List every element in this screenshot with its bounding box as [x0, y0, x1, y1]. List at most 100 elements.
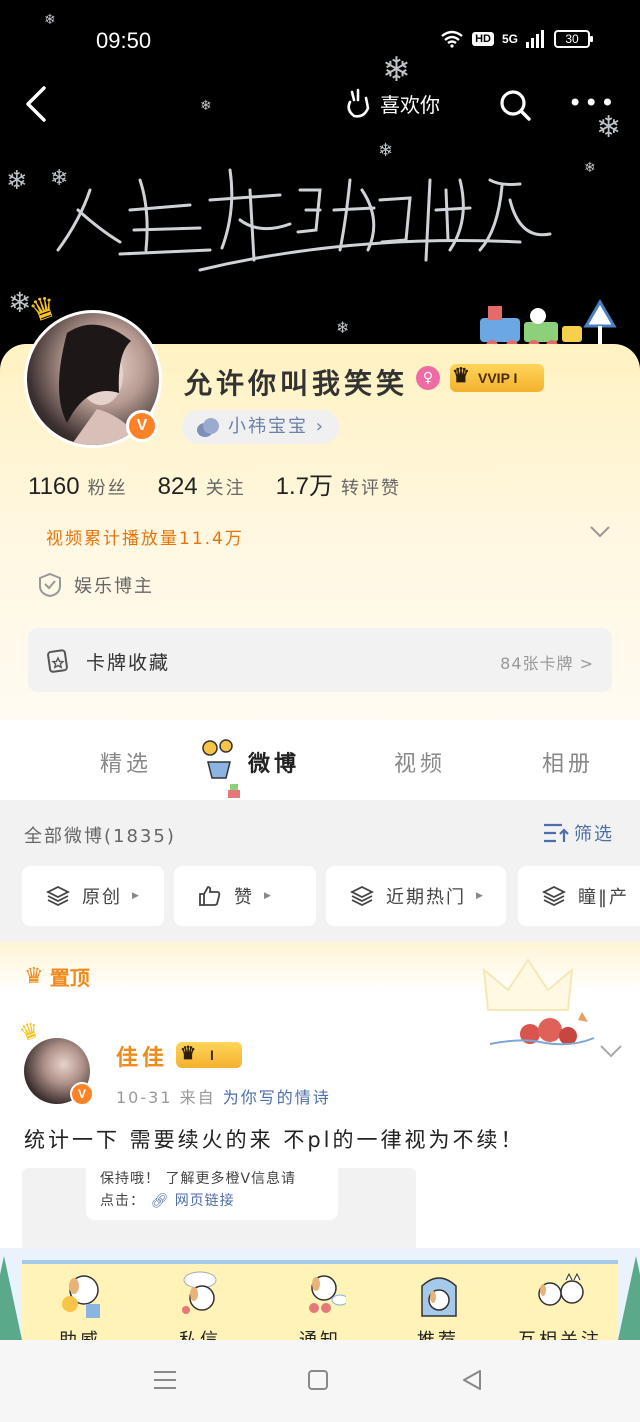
chip-more[interactable]: 瞳‖产 [518, 866, 640, 926]
filter-button[interactable]: 筛选 [542, 820, 614, 846]
crown-icon: ♛ [180, 1043, 197, 1063]
crown-icon: ♛ [24, 964, 44, 989]
puppy-cheer-icon [62, 1275, 100, 1318]
post-meta: 10-31 来自 为你写的情诗 [116, 1084, 331, 1108]
chip-label: 瞳‖产 [578, 887, 629, 908]
top-nav: 喜欢你 ••• [0, 84, 640, 128]
web-link[interactable]: 网页链接 [175, 1193, 235, 1209]
embed-text-box: 保持哦！ 了解更多橙V信息请 点击： 🔗︎ 网页链接 [86, 1168, 338, 1220]
tab-album[interactable]: 相册 [542, 746, 594, 778]
verified-v-badge: V [70, 1082, 94, 1106]
like-button[interactable]: 喜欢你 [344, 88, 440, 118]
reposts-likes-count[interactable]: 1.7万 [276, 466, 333, 501]
like-label: 喜欢你 [380, 92, 440, 117]
wifi-icon [441, 30, 463, 48]
puppy-message-icon [182, 1271, 217, 1314]
filter-label: 筛选 [574, 824, 614, 845]
bottom-tab-strip: 助威 私信 通知 [22, 1260, 618, 1351]
two-puppies-icon [538, 1272, 584, 1306]
role-label: 娱乐博主 [74, 576, 154, 597]
chip-label: 近期热门 [386, 887, 466, 908]
embed-line-2-prefix: 点击： [100, 1193, 145, 1209]
pinned-post[interactable]: ♛ 置顶 ♛ V 佳佳 ♛ I 10-31 来自 为你写的情诗 统计一下 需要续… [0, 942, 640, 1252]
vvip-label: VVIP I [478, 370, 518, 386]
tab-weibo[interactable]: 微博 [248, 746, 300, 778]
vvip-badge[interactable]: ♛ VVIP I [450, 364, 544, 392]
cloud-icon [197, 418, 219, 437]
chip-label: 原创 [82, 887, 122, 908]
tree-decoration-icon [0, 1256, 22, 1340]
chip-liked[interactable]: 赞 ▶ [174, 866, 316, 926]
home-icon[interactable] [308, 1370, 328, 1390]
post-vip-badge[interactable]: ♛ I [176, 1042, 242, 1068]
status-bar: 09:50 HD 5G 30 [0, 28, 640, 56]
verified-v-badge: V [126, 410, 158, 442]
system-navigation-bar [0, 1340, 640, 1422]
feed-filter-area: 全部微博(1835) 筛选 原创 ▶ 赞 ▶ 近期热门 ▶ 瞳‖产 [0, 800, 640, 942]
status-time: 09:50 [96, 28, 152, 53]
card-icon [47, 649, 68, 673]
crown-icon: ♛ [452, 365, 470, 387]
chevron-down-icon[interactable] [588, 524, 612, 540]
tab-video[interactable]: 视频 [394, 746, 446, 778]
more-menu-icon[interactable]: ••• [568, 91, 616, 115]
search-icon[interactable] [498, 88, 532, 122]
snowflake-icon: ❄ [44, 12, 56, 28]
recent-apps-icon[interactable] [152, 1368, 178, 1392]
post-vip-label: I [210, 1047, 214, 1063]
signal-label: 5G [501, 32, 518, 46]
hand-heart-icon [347, 88, 370, 118]
post-author-name[interactable]: 佳佳 [116, 1040, 168, 1072]
thumbs-up-icon [199, 886, 221, 906]
post-from-prefix: 来自 [179, 1088, 216, 1107]
following-count[interactable]: 824 [158, 473, 198, 501]
hd-badge: HD [472, 32, 494, 46]
nickname: 允许你叫我笑笑 [184, 367, 409, 400]
puppy-notify-icon [309, 1275, 346, 1313]
back-arrow-icon[interactable] [20, 84, 56, 124]
profile-stats: 1160 粉丝 824 关注 1.7万 转评赞 [28, 466, 431, 501]
snowflake-icon: ❄ [336, 318, 350, 337]
triangle-right-icon: ▶ [264, 891, 273, 901]
filter-chips: 原创 ▶ 赞 ▶ 近期热门 ▶ 瞳‖产 [22, 866, 640, 926]
rose-decoration-icon [490, 1012, 595, 1046]
bottom-tab-bar: 助威 私信 通知 [0, 1248, 640, 1351]
post-embed-card[interactable]: 保持哦！ 了解更多橙V信息请 点击： 🔗︎ 网页链接 [22, 1168, 416, 1252]
calligraphy-banner [56, 168, 552, 272]
role-tag: 娱乐博主 [38, 572, 154, 598]
battery-indicator: 30 [554, 30, 593, 48]
chip-recent-hot[interactable]: 近期热门 ▶ [326, 866, 506, 926]
pinned-label: 置顶 [49, 966, 90, 990]
fans-count[interactable]: 1160 [28, 473, 80, 501]
fans-label[interactable]: 粉丝 [88, 474, 128, 500]
filter-icon [544, 823, 569, 843]
post-source-link[interactable]: 为你写的情诗 [223, 1088, 331, 1107]
following-label[interactable]: 关注 [206, 474, 246, 500]
fan-group-tag[interactable]: 小祎宝宝 › [182, 410, 339, 444]
link-icon: 🔗︎ [150, 1193, 170, 1209]
card-collection-label: 卡牌收藏 [86, 652, 171, 674]
triangle-right-icon: ▶ [132, 891, 141, 901]
layers-icon [542, 885, 566, 907]
puppy-window-icon [421, 1277, 457, 1317]
post-date: 10-31 [116, 1088, 173, 1107]
chip-original[interactable]: 原创 ▶ [22, 866, 164, 926]
card-count: 84张卡牌 > [500, 654, 594, 673]
chip-label: 赞 [234, 887, 254, 908]
layers-icon [350, 885, 374, 907]
profile-tabs: 精选 微博 视频 相册 [0, 720, 640, 800]
snowflake-icon: ❄ [6, 166, 28, 196]
system-back-icon[interactable] [460, 1368, 484, 1392]
card-collection-row[interactable]: 卡牌收藏 84张卡牌 > [28, 628, 612, 692]
flower-vase-icon [202, 739, 240, 798]
reposts-likes-label[interactable]: 转评赞 [341, 474, 401, 500]
fan-group-label: 小祎宝宝 [228, 416, 308, 437]
chevron-right-icon: › [315, 416, 325, 437]
video-play-count: 视频累计播放量11.4万 [46, 529, 244, 549]
tab-featured[interactable]: 精选 [100, 746, 152, 778]
signal-bars-icon [526, 30, 544, 48]
post-body-text: 统计一下 需要续火的来 不pl的一律视为不续！ [24, 1128, 525, 1152]
chevron-down-icon[interactable] [598, 1042, 624, 1060]
embed-line-2: 点击： 🔗︎ 网页链接 [100, 1190, 324, 1212]
layers-icon [46, 885, 70, 907]
